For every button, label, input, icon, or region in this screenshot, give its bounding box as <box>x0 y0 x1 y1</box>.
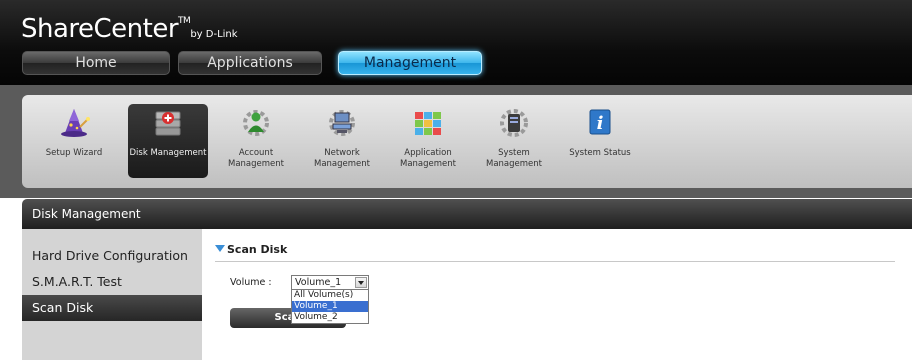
volume-dropdown-list: All Volume(s) Volume_1 Volume_2 <box>291 289 369 324</box>
network-management-icon <box>329 110 355 136</box>
tool-label: Application Management <box>400 148 456 169</box>
info-icon: i <box>589 109 611 135</box>
sidebar-item-smart-test[interactable]: S.M.A.R.T. Test <box>22 269 202 295</box>
sharecenter-logo: ShareCenterTMby D-Link <box>21 14 238 44</box>
management-toolbar: Setup Wizard Disk Management Account Man… <box>22 95 912 188</box>
system-management-icon <box>500 109 528 137</box>
section-title: Scan Disk <box>215 243 287 256</box>
sidebar: Hard Drive Configuration S.M.A.R.T. Test… <box>22 229 202 360</box>
application-management-icon <box>415 112 441 135</box>
tool-label: Disk Management <box>129 148 207 158</box>
volume-label: Volume : <box>230 277 272 288</box>
disk-management-panel: Disk Management Hard Drive Configuration… <box>22 199 912 360</box>
tool-system-status[interactable]: i System Status <box>560 104 640 178</box>
tool-system-management[interactable]: System Management <box>474 104 554 178</box>
svg-text:i: i <box>597 113 604 134</box>
wizard-icon <box>61 109 90 137</box>
nav-applications-button[interactable]: Applications <box>178 51 322 75</box>
collapse-triangle-icon[interactable] <box>215 245 225 252</box>
dropdown-arrow-icon[interactable] <box>355 277 367 288</box>
section-divider <box>215 261 895 262</box>
tool-label: Network Management <box>314 148 370 169</box>
tool-setup-wizard[interactable]: Setup Wizard <box>34 104 114 178</box>
disk-management-icon <box>155 111 181 136</box>
nav-management-button[interactable]: Management <box>338 51 482 75</box>
volume-option[interactable]: All Volume(s) <box>292 290 368 301</box>
account-management-icon <box>243 110 269 136</box>
sidebar-item-scan-disk[interactable]: Scan Disk <box>22 295 202 321</box>
scan-disk-content: Scan Disk Volume : Volume_1 All Volume(s… <box>202 229 912 360</box>
tool-application-management[interactable]: Application Management <box>388 104 468 178</box>
tool-disk-management[interactable]: Disk Management <box>128 104 208 178</box>
header-bar: ShareCenterTMby D-Link Home Applications… <box>0 0 912 85</box>
volume-select-value: Volume_1 <box>295 277 342 288</box>
tool-label: Setup Wizard <box>45 148 103 158</box>
tool-label: System Status <box>569 148 631 158</box>
tool-label: System Management <box>486 148 542 169</box>
tool-network-management[interactable]: Network Management <box>302 104 382 178</box>
volume-option[interactable]: Volume_2 <box>292 312 368 323</box>
volume-select[interactable]: Volume_1 <box>291 275 369 290</box>
panel-title: Disk Management <box>22 199 912 229</box>
tool-label: Account Management <box>228 148 284 169</box>
sidebar-item-hard-drive-configuration[interactable]: Hard Drive Configuration <box>22 243 202 269</box>
volume-option[interactable]: Volume_1 <box>292 301 368 312</box>
tool-account-management[interactable]: Account Management <box>216 104 296 178</box>
nav-home-button[interactable]: Home <box>22 51 170 75</box>
